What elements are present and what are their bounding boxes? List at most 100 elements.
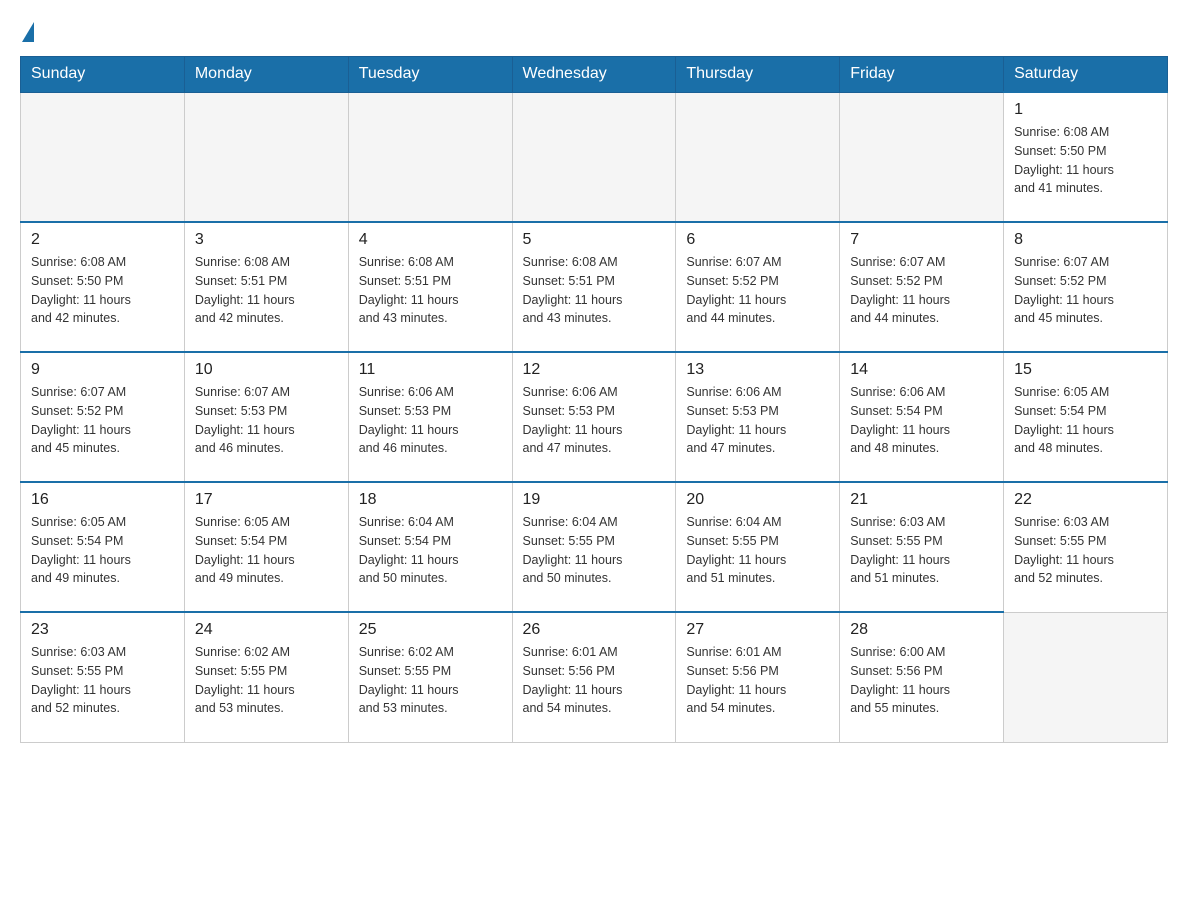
calendar-week-row: 2 Sunrise: 6:08 AM Sunset: 5:50 PM Daylig… bbox=[21, 222, 1168, 352]
day-number: 14 bbox=[850, 361, 993, 379]
calendar-day-cell: 16 Sunrise: 6:05 AM Sunset: 5:54 PM Dayli… bbox=[21, 482, 185, 612]
day-info: Sunrise: 6:08 AM Sunset: 5:51 PM Dayligh… bbox=[523, 253, 666, 328]
day-info: Sunrise: 6:07 AM Sunset: 5:52 PM Dayligh… bbox=[850, 253, 993, 328]
calendar-day-cell: 10 Sunrise: 6:07 AM Sunset: 5:53 PM Dayli… bbox=[184, 352, 348, 482]
day-info: Sunrise: 6:06 AM Sunset: 5:53 PM Dayligh… bbox=[359, 383, 502, 458]
calendar-week-row: 9 Sunrise: 6:07 AM Sunset: 5:52 PM Daylig… bbox=[21, 352, 1168, 482]
calendar-day-cell bbox=[348, 92, 512, 222]
calendar-day-cell: 7 Sunrise: 6:07 AM Sunset: 5:52 PM Daylig… bbox=[840, 222, 1004, 352]
calendar-week-row: 23 Sunrise: 6:03 AM Sunset: 5:55 PM Dayli… bbox=[21, 612, 1168, 742]
logo-triangle-icon bbox=[22, 22, 34, 42]
day-info: Sunrise: 6:04 AM Sunset: 5:54 PM Dayligh… bbox=[359, 513, 502, 588]
day-number: 18 bbox=[359, 491, 502, 509]
day-number: 7 bbox=[850, 231, 993, 249]
day-info: Sunrise: 6:04 AM Sunset: 5:55 PM Dayligh… bbox=[686, 513, 829, 588]
day-info: Sunrise: 6:07 AM Sunset: 5:52 PM Dayligh… bbox=[31, 383, 174, 458]
calendar-day-cell: 12 Sunrise: 6:06 AM Sunset: 5:53 PM Dayli… bbox=[512, 352, 676, 482]
calendar-day-cell: 20 Sunrise: 6:04 AM Sunset: 5:55 PM Dayli… bbox=[676, 482, 840, 612]
calendar-day-cell: 27 Sunrise: 6:01 AM Sunset: 5:56 PM Dayli… bbox=[676, 612, 840, 742]
calendar-day-cell: 22 Sunrise: 6:03 AM Sunset: 5:55 PM Dayli… bbox=[1004, 482, 1168, 612]
day-of-week-header: Tuesday bbox=[348, 57, 512, 93]
day-number: 22 bbox=[1014, 491, 1157, 509]
day-number: 1 bbox=[1014, 101, 1157, 119]
day-info: Sunrise: 6:06 AM Sunset: 5:53 PM Dayligh… bbox=[523, 383, 666, 458]
calendar-day-cell bbox=[512, 92, 676, 222]
day-number: 25 bbox=[359, 621, 502, 639]
calendar-day-cell: 15Sunrise: 6:05 AM Sunset: 5:54 PM Dayli… bbox=[1004, 352, 1168, 482]
logo bbox=[20, 20, 34, 40]
day-info: Sunrise: 6:01 AM Sunset: 5:56 PM Dayligh… bbox=[686, 643, 829, 718]
page-header bbox=[20, 20, 1168, 40]
day-info: Sunrise: 6:07 AM Sunset: 5:52 PM Dayligh… bbox=[686, 253, 829, 328]
day-number: 26 bbox=[523, 621, 666, 639]
day-number: 6 bbox=[686, 231, 829, 249]
calendar-day-cell: 25 Sunrise: 6:02 AM Sunset: 5:55 PM Dayli… bbox=[348, 612, 512, 742]
calendar-day-cell: 26 Sunrise: 6:01 AM Sunset: 5:56 PM Dayli… bbox=[512, 612, 676, 742]
day-info: Sunrise: 6:08 AM Sunset: 5:50 PM Dayligh… bbox=[31, 253, 174, 328]
day-number: 8 bbox=[1014, 231, 1157, 249]
day-number: 21 bbox=[850, 491, 993, 509]
day-info: Sunrise: 6:07 AM Sunset: 5:53 PM Dayligh… bbox=[195, 383, 338, 458]
calendar-day-cell: 21 Sunrise: 6:03 AM Sunset: 5:55 PM Dayli… bbox=[840, 482, 1004, 612]
calendar-day-cell bbox=[676, 92, 840, 222]
calendar-day-cell: 1 Sunrise: 6:08 AM Sunset: 5:50 PM Daylig… bbox=[1004, 92, 1168, 222]
day-number: 13 bbox=[686, 361, 829, 379]
day-info: Sunrise: 6:05 AM Sunset: 5:54 PM Dayligh… bbox=[31, 513, 174, 588]
day-info: Sunrise: 6:04 AM Sunset: 5:55 PM Dayligh… bbox=[523, 513, 666, 588]
calendar-day-cell: 8 Sunrise: 6:07 AM Sunset: 5:52 PM Daylig… bbox=[1004, 222, 1168, 352]
day-number: 3 bbox=[195, 231, 338, 249]
calendar-day-cell: 3 Sunrise: 6:08 AM Sunset: 5:51 PM Daylig… bbox=[184, 222, 348, 352]
calendar-day-cell: 17 Sunrise: 6:05 AM Sunset: 5:54 PM Dayli… bbox=[184, 482, 348, 612]
day-number: 27 bbox=[686, 621, 829, 639]
day-info: Sunrise: 6:06 AM Sunset: 5:54 PM Dayligh… bbox=[850, 383, 993, 458]
calendar-day-cell: 11 Sunrise: 6:06 AM Sunset: 5:53 PM Dayli… bbox=[348, 352, 512, 482]
calendar-day-cell: 5Sunrise: 6:08 AM Sunset: 5:51 PM Daylig… bbox=[512, 222, 676, 352]
day-info: Sunrise: 6:03 AM Sunset: 5:55 PM Dayligh… bbox=[31, 643, 174, 718]
day-of-week-header: Saturday bbox=[1004, 57, 1168, 93]
day-info: Sunrise: 6:03 AM Sunset: 5:55 PM Dayligh… bbox=[1014, 513, 1157, 588]
day-info: Sunrise: 6:01 AM Sunset: 5:56 PM Dayligh… bbox=[523, 643, 666, 718]
day-number: 17 bbox=[195, 491, 338, 509]
day-number: 10 bbox=[195, 361, 338, 379]
calendar-week-row: 16 Sunrise: 6:05 AM Sunset: 5:54 PM Dayli… bbox=[21, 482, 1168, 612]
day-info: Sunrise: 6:08 AM Sunset: 5:51 PM Dayligh… bbox=[359, 253, 502, 328]
day-number: 28 bbox=[850, 621, 993, 639]
calendar-day-cell: 6 Sunrise: 6:07 AM Sunset: 5:52 PM Daylig… bbox=[676, 222, 840, 352]
day-info: Sunrise: 6:08 AM Sunset: 5:50 PM Dayligh… bbox=[1014, 123, 1157, 198]
calendar-header-row: SundayMondayTuesdayWednesdayThursdayFrid… bbox=[21, 57, 1168, 93]
day-info: Sunrise: 6:06 AM Sunset: 5:53 PM Dayligh… bbox=[686, 383, 829, 458]
day-of-week-header: Monday bbox=[184, 57, 348, 93]
day-number: 20 bbox=[686, 491, 829, 509]
day-number: 19 bbox=[523, 491, 666, 509]
day-info: Sunrise: 6:02 AM Sunset: 5:55 PM Dayligh… bbox=[359, 643, 502, 718]
calendar-week-row: 1 Sunrise: 6:08 AM Sunset: 5:50 PM Daylig… bbox=[21, 92, 1168, 222]
calendar-day-cell: 13 Sunrise: 6:06 AM Sunset: 5:53 PM Dayli… bbox=[676, 352, 840, 482]
calendar-day-cell bbox=[21, 92, 185, 222]
day-number: 12 bbox=[523, 361, 666, 379]
calendar-day-cell: 28 Sunrise: 6:00 AM Sunset: 5:56 PM Dayli… bbox=[840, 612, 1004, 742]
day-number: 2 bbox=[31, 231, 174, 249]
day-info: Sunrise: 6:03 AM Sunset: 5:55 PM Dayligh… bbox=[850, 513, 993, 588]
calendar-day-cell: 19 Sunrise: 6:04 AM Sunset: 5:55 PM Dayli… bbox=[512, 482, 676, 612]
day-of-week-header: Friday bbox=[840, 57, 1004, 93]
day-of-week-header: Thursday bbox=[676, 57, 840, 93]
day-info: Sunrise: 6:08 AM Sunset: 5:51 PM Dayligh… bbox=[195, 253, 338, 328]
calendar-day-cell bbox=[840, 92, 1004, 222]
day-number: 23 bbox=[31, 621, 174, 639]
calendar-table: SundayMondayTuesdayWednesdayThursdayFrid… bbox=[20, 56, 1168, 743]
day-number: 11 bbox=[359, 361, 502, 379]
day-info: Sunrise: 6:07 AM Sunset: 5:52 PM Dayligh… bbox=[1014, 253, 1157, 328]
calendar-day-cell: 18 Sunrise: 6:04 AM Sunset: 5:54 PM Dayli… bbox=[348, 482, 512, 612]
calendar-day-cell: 2 Sunrise: 6:08 AM Sunset: 5:50 PM Daylig… bbox=[21, 222, 185, 352]
day-of-week-header: Wednesday bbox=[512, 57, 676, 93]
calendar-day-cell: 24 Sunrise: 6:02 AM Sunset: 5:55 PM Dayli… bbox=[184, 612, 348, 742]
day-number: 16 bbox=[31, 491, 174, 509]
day-info: Sunrise: 6:05 AM Sunset: 5:54 PM Dayligh… bbox=[1014, 383, 1157, 458]
day-number: 9 bbox=[31, 361, 174, 379]
day-number: 4 bbox=[359, 231, 502, 249]
day-info: Sunrise: 6:05 AM Sunset: 5:54 PM Dayligh… bbox=[195, 513, 338, 588]
day-info: Sunrise: 6:02 AM Sunset: 5:55 PM Dayligh… bbox=[195, 643, 338, 718]
day-info: Sunrise: 6:00 AM Sunset: 5:56 PM Dayligh… bbox=[850, 643, 993, 718]
day-number: 24 bbox=[195, 621, 338, 639]
calendar-day-cell: 9 Sunrise: 6:07 AM Sunset: 5:52 PM Daylig… bbox=[21, 352, 185, 482]
